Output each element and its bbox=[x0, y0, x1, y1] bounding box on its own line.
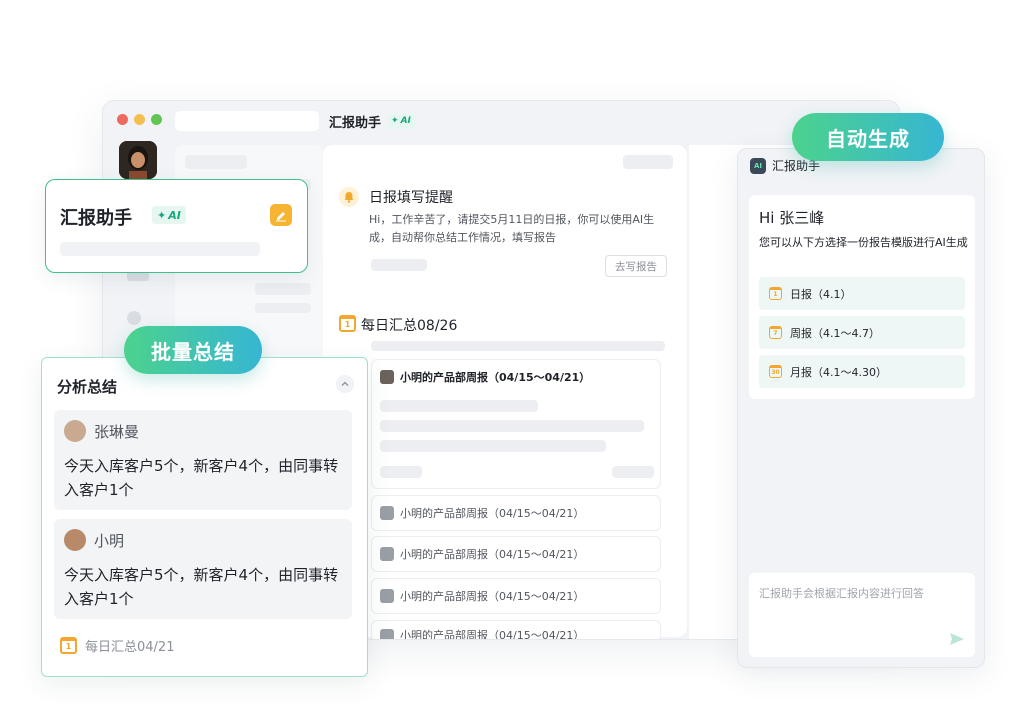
collapse-button[interactable] bbox=[336, 375, 354, 393]
placeholder-line bbox=[612, 466, 654, 478]
minimize-window-button[interactable] bbox=[134, 114, 145, 125]
report-card[interactable]: 小明的产品部周报（04/15～04/21） bbox=[371, 620, 661, 640]
assistant-card-title: 汇报助手 bbox=[60, 208, 132, 229]
edit-icon[interactable] bbox=[270, 204, 292, 226]
window-title: 汇报助手 ✦ AI bbox=[329, 111, 415, 131]
template-label: 周报（4.1～4.7） bbox=[790, 326, 880, 340]
ai-badge: ✦ AI bbox=[152, 206, 186, 224]
placeholder-line bbox=[380, 466, 422, 478]
greeting: Hi 张三峰 bbox=[759, 209, 825, 227]
auto-generate-pill: 自动生成 bbox=[792, 113, 944, 161]
reminder-body: Hi，工作辛苦了，请提交5月11日的日报，你可以使用AI生成，自动帮你总结工作情… bbox=[369, 213, 655, 244]
template-label: 月报（4.1～4.30） bbox=[790, 365, 887, 379]
report-row: 小明的产品部周报（04/15～04/21） bbox=[372, 360, 660, 394]
summary-text: 今天入库客户5个，新客户4个，由同事转入客户1个 bbox=[64, 566, 339, 608]
ai-badge-text: AI bbox=[168, 208, 181, 222]
chat-input[interactable]: 汇报助手会根据汇报内容进行回答 bbox=[749, 573, 975, 657]
placeholder-line bbox=[255, 303, 311, 313]
calendar-icon: 1 bbox=[60, 637, 77, 654]
footer-text: 每日汇总04/21 bbox=[85, 640, 175, 655]
content-panel: 日报填写提醒 Hi，工作辛苦了，请提交5月11日的日报，你可以使用AI生成，自动… bbox=[323, 145, 687, 640]
reporter-avatar bbox=[380, 589, 394, 603]
daily-summary-title: 每日汇总08/26 bbox=[361, 318, 458, 334]
ai-badge: ✦ AI bbox=[387, 113, 415, 129]
report-title: 小明的产品部周报（04/15～04/21） bbox=[400, 507, 585, 520]
template-monthly-button[interactable]: 30 月报（4.1～4.30） bbox=[759, 355, 965, 388]
analysis-card: 分析总结 张琳曼 今天入库客户5个，新客户4个，由同事转入客户1个 小明 今天入… bbox=[41, 357, 368, 677]
summary-author: 张琳曼 bbox=[64, 420, 139, 442]
calendar-icon: 1 bbox=[339, 315, 356, 332]
avatar-image bbox=[119, 141, 157, 179]
chat-input-placeholder: 汇报助手会根据汇报内容进行回答 bbox=[759, 587, 924, 600]
template-label: 日报（4.1） bbox=[790, 287, 852, 301]
sparkle-icon: ✦ bbox=[391, 116, 399, 126]
calendar-icon: 7 bbox=[769, 326, 782, 339]
reporter-avatar bbox=[380, 370, 394, 384]
placeholder-line bbox=[185, 155, 247, 169]
reporter-avatar bbox=[380, 506, 394, 520]
placeholder-line bbox=[60, 242, 260, 256]
author-name: 小明 bbox=[94, 531, 125, 550]
placeholder-line bbox=[380, 420, 644, 432]
reporter-avatar bbox=[380, 547, 394, 561]
calendar-icon: 1 bbox=[769, 287, 782, 300]
chat-message-card: Hi 张三峰 您可以从下方选择一份报告模版进行AI生成 1 日报（4.1） 7 … bbox=[749, 195, 975, 399]
summary-item[interactable]: 张琳曼 今天入库客户5个，新客户4个，由同事转入客户1个 bbox=[54, 410, 352, 510]
placeholder-line bbox=[371, 341, 665, 351]
report-card-expanded[interactable]: 小明的产品部周报（04/15～04/21） bbox=[371, 359, 661, 489]
report-card[interactable]: 小明的产品部周报（04/15～04/21） bbox=[371, 495, 661, 531]
batch-summary-pill: 批量总结 bbox=[124, 326, 262, 374]
author-avatar bbox=[64, 420, 86, 442]
placeholder-line bbox=[380, 400, 538, 412]
summary-author: 小明 bbox=[64, 529, 124, 551]
write-report-button[interactable]: 去写报告 bbox=[605, 255, 667, 277]
reminder-title: 日报填写提醒 bbox=[369, 190, 453, 206]
chevron-up-icon bbox=[341, 381, 349, 386]
report-row: 小明的产品部周报（04/15～04/21） bbox=[372, 579, 660, 613]
report-title: 小明的产品部周报（04/15～04/21） bbox=[400, 590, 585, 603]
report-card[interactable]: 小明的产品部周报（04/15～04/21） bbox=[371, 578, 661, 614]
placeholder-line bbox=[371, 259, 427, 271]
author-avatar bbox=[64, 529, 86, 551]
ai-badge-text: AI bbox=[400, 116, 411, 126]
report-row: 小明的产品部周报（04/15～04/21） bbox=[372, 537, 660, 571]
placeholder-line bbox=[255, 283, 311, 295]
report-title: 小明的产品部周报（04/15～04/21） bbox=[400, 371, 591, 384]
send-icon[interactable] bbox=[949, 631, 965, 647]
maximize-window-button[interactable] bbox=[151, 114, 162, 125]
summary-text: 今天入库客户5个，新客户4个，由同事转入客户1个 bbox=[64, 457, 339, 499]
address-bar[interactable] bbox=[175, 111, 319, 131]
author-name: 张琳曼 bbox=[94, 422, 140, 441]
window-title-text: 汇报助手 bbox=[329, 115, 382, 131]
close-window-button[interactable] bbox=[117, 114, 128, 125]
user-avatar[interactable] bbox=[119, 141, 157, 179]
calendar-icon: 30 bbox=[769, 365, 782, 378]
reporter-avatar bbox=[380, 629, 394, 639]
bell-icon bbox=[339, 187, 359, 207]
sidebar-item[interactable] bbox=[127, 311, 141, 325]
report-row: 小明的产品部周报（04/15～04/21） bbox=[372, 621, 660, 640]
template-weekly-button[interactable]: 7 周报（4.1～4.7） bbox=[759, 316, 965, 349]
report-card[interactable]: 小明的产品部周报（04/15～04/21） bbox=[371, 536, 661, 572]
analysis-title: 分析总结 bbox=[57, 378, 118, 396]
placeholder-line bbox=[380, 440, 606, 452]
placeholder-line bbox=[623, 155, 673, 169]
chat-panel: AI 汇报助手 Hi 张三峰 您可以从下方选择一份报告模版进行AI生成 1 日报… bbox=[737, 148, 985, 668]
assistant-card[interactable]: 汇报助手 ✦ AI bbox=[45, 179, 308, 273]
analysis-footer[interactable]: 1 每日汇总04/21 bbox=[60, 636, 174, 655]
greeting-subtitle: 您可以从下方选择一份报告模版进行AI生成 bbox=[759, 236, 968, 249]
title-bar: 汇报助手 ✦ AI bbox=[103, 101, 899, 141]
bot-icon: AI bbox=[750, 157, 766, 174]
sparkle-icon: ✦ bbox=[157, 208, 167, 222]
report-title: 小明的产品部周报（04/15～04/21） bbox=[400, 629, 585, 640]
template-daily-button[interactable]: 1 日报（4.1） bbox=[759, 277, 965, 310]
report-row: 小明的产品部周报（04/15～04/21） bbox=[372, 496, 660, 530]
report-title: 小明的产品部周报（04/15～04/21） bbox=[400, 548, 585, 561]
summary-item[interactable]: 小明 今天入库客户5个，新客户4个，由同事转入客户1个 bbox=[54, 519, 352, 619]
